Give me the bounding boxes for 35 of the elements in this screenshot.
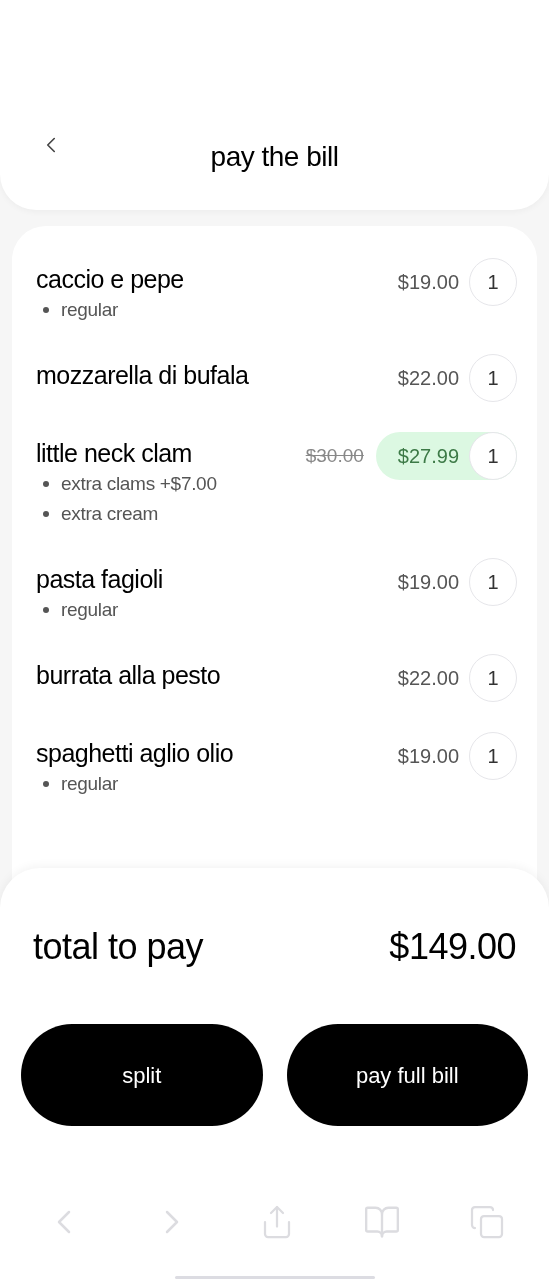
action-button[interactable]: pay full bill — [286, 1024, 528, 1126]
quantity-badge[interactable]: 1 — [469, 432, 517, 480]
bullet-icon — [43, 607, 49, 613]
bullet-icon — [43, 511, 49, 517]
quantity-badge[interactable]: 1 — [469, 558, 517, 606]
item-option: regular — [61, 770, 119, 798]
quantity-badge[interactable]: 1 — [469, 258, 517, 306]
quantity-badge[interactable]: 1 — [469, 354, 517, 402]
item-option: regular — [61, 296, 119, 324]
total-amount: $149.00 — [389, 925, 516, 969]
item-name: mozzarella di bufala — [36, 360, 249, 390]
item-option: extra cream — [61, 500, 158, 528]
bullet-icon — [43, 481, 49, 487]
item-name: pasta fagioli — [36, 564, 163, 594]
item-name: burrata alla pesto — [36, 660, 221, 690]
item-name: spaghetti aglio olio — [36, 738, 234, 768]
item-option: regular — [61, 596, 119, 624]
total-label: total to pay — [33, 925, 204, 969]
action-button[interactable]: split — [21, 1024, 263, 1126]
original-price: $30.00 — [305, 443, 364, 468]
item-option: extra clams +$7.00 — [61, 470, 217, 498]
item-price: $22.00 — [397, 666, 459, 691]
item-price: $27.99 — [397, 444, 459, 469]
quantity-badge[interactable]: 1 — [469, 654, 517, 702]
item-price: $19.00 — [397, 270, 459, 295]
item-name: caccio e pepe — [36, 264, 184, 294]
item-price: $22.00 — [397, 366, 459, 391]
page-title: pay the bill — [210, 140, 339, 174]
item-name: little neck clam — [36, 438, 193, 468]
item-price: $19.00 — [397, 744, 459, 769]
quantity-badge[interactable]: 1 — [469, 732, 517, 780]
bullet-icon — [43, 781, 49, 787]
tabs-icon[interactable] — [469, 1204, 506, 1240]
bullet-icon — [43, 307, 49, 313]
item-price: $19.00 — [397, 570, 459, 595]
